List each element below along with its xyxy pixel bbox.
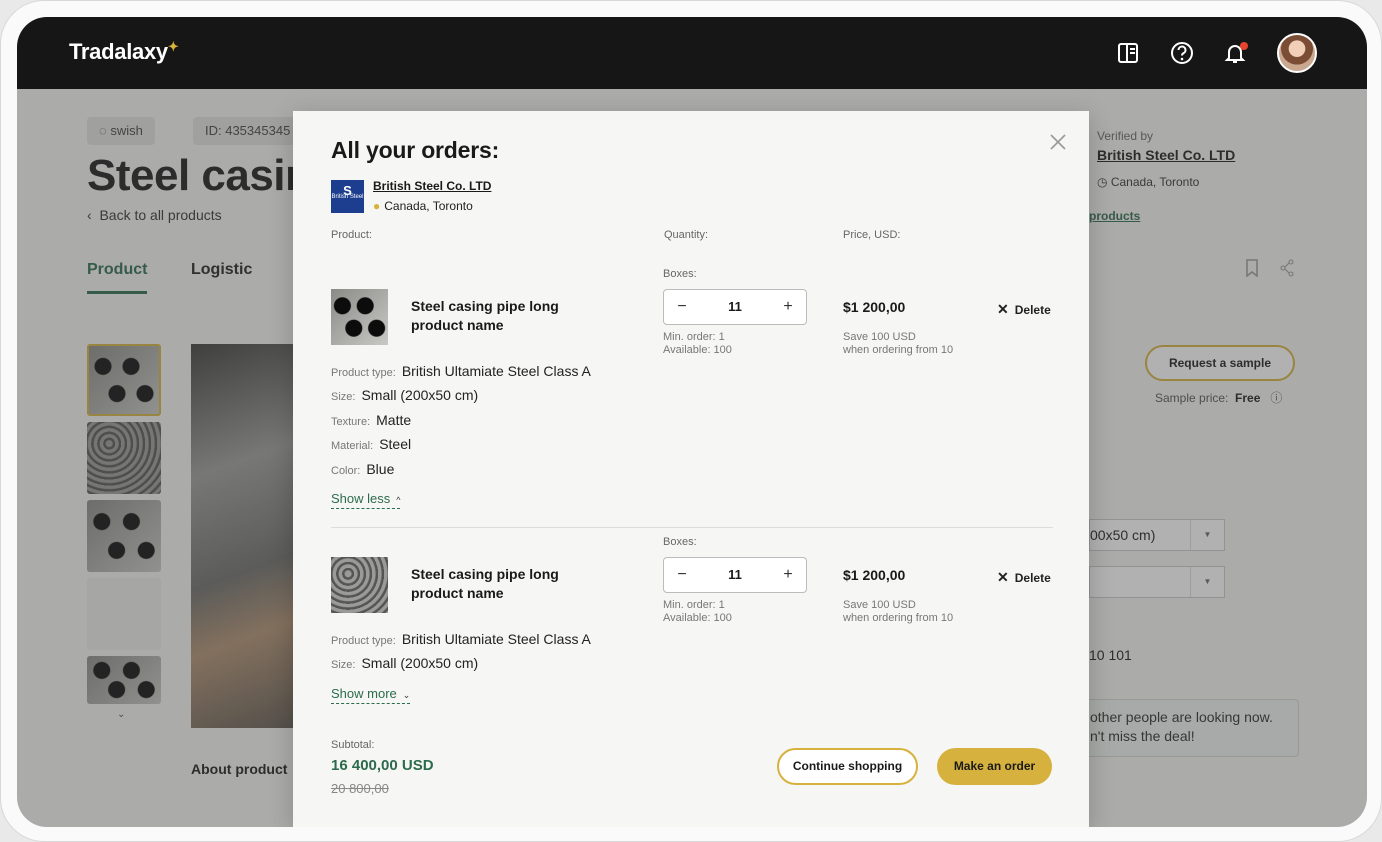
attr-key: Size: bbox=[331, 391, 356, 403]
delete-label: Delete bbox=[1014, 303, 1051, 317]
attr-value: Blue bbox=[366, 461, 395, 477]
subtotal-old-price: 20 800,00 bbox=[331, 781, 389, 796]
top-bar: Tradalaxy✦ bbox=[17, 17, 1367, 89]
order-item-2-name[interactable]: Steel casing pipe long product name bbox=[411, 565, 591, 603]
available: Available: 100 bbox=[663, 344, 732, 356]
quantity-input[interactable]: 11 bbox=[700, 558, 770, 592]
order-item-1-delete-button[interactable]: ✕ Delete bbox=[997, 301, 1051, 318]
seller-logo-text: British Steel bbox=[331, 194, 364, 200]
increment-button[interactable]: + bbox=[770, 290, 806, 324]
min-order: Min. order: 1 bbox=[663, 331, 725, 343]
avatar[interactable] bbox=[1277, 33, 1317, 73]
item-separator bbox=[331, 527, 1053, 528]
order-item-2-attr-type: Product type: British Ultamiate Steel Cla… bbox=[331, 631, 591, 647]
attr-key: Material: bbox=[331, 440, 374, 452]
save-line-1: Save 100 USD bbox=[843, 599, 916, 611]
seller-logo: S British Steel bbox=[331, 180, 364, 213]
screen: Tradalaxy✦ ◌ swish ID: 435345345 Steel c… bbox=[17, 17, 1367, 827]
order-item-1-quantity-stepper: − 11 + bbox=[663, 289, 807, 325]
help-icon[interactable] bbox=[1168, 39, 1196, 67]
column-header-product: Product: bbox=[331, 229, 372, 241]
save-line-2: when ordering from 10 bbox=[843, 612, 954, 624]
delete-label: Delete bbox=[1014, 571, 1051, 585]
save-line-1: Save 100 USD bbox=[843, 331, 916, 343]
attr-value: Steel bbox=[379, 436, 412, 452]
attr-key: Color: bbox=[331, 465, 361, 477]
column-header-price: Price, USD: bbox=[843, 229, 901, 241]
subtotal-value: 16 400,00 USD bbox=[331, 757, 434, 774]
close-icon: ✕ bbox=[997, 569, 1009, 585]
catalog-icon[interactable] bbox=[1114, 39, 1142, 67]
order-item-1-attr-color: Color: Blue bbox=[331, 461, 394, 477]
order-item-2-stock: Min. order: 1 Available: 100 bbox=[663, 599, 732, 625]
chevron-down-icon: ⌄ bbox=[402, 690, 411, 700]
attr-value: Small (200x50 cm) bbox=[361, 387, 479, 403]
order-item-1-attr-material: Material: Steel bbox=[331, 436, 411, 452]
order-item-2-attr-size: Size: Small (200x50 cm) bbox=[331, 655, 478, 671]
attr-value: Matte bbox=[376, 412, 412, 428]
attr-key: Product type: bbox=[331, 635, 396, 647]
toggle-label: Show more bbox=[331, 686, 397, 701]
min-order: Min. order: 1 bbox=[663, 599, 725, 611]
attr-value: Small (200x50 cm) bbox=[361, 655, 479, 671]
chevron-up-icon: ^ bbox=[396, 495, 401, 505]
modal-title: All your orders: bbox=[331, 137, 500, 163]
subtotal-label: Subtotal: bbox=[331, 739, 375, 751]
order-item-1-attr-texture: Texture: Matte bbox=[331, 412, 411, 428]
orders-modal: All your orders: S British Steel British … bbox=[293, 111, 1089, 827]
seller-location: ● Canada, Toronto bbox=[373, 199, 473, 213]
order-item-1-image bbox=[331, 289, 388, 345]
quantity-input[interactable]: 11 bbox=[700, 290, 770, 324]
seller-location-text: Canada, Toronto bbox=[384, 199, 473, 213]
location-pin-icon: ● bbox=[373, 199, 381, 213]
order-item-2-image bbox=[331, 557, 388, 613]
decrement-button[interactable]: − bbox=[664, 290, 700, 324]
order-item-2-price: $1 200,00 bbox=[843, 567, 906, 583]
decrement-button[interactable]: − bbox=[664, 558, 700, 592]
make-order-button[interactable]: Make an order bbox=[937, 748, 1052, 785]
increment-button[interactable]: + bbox=[770, 558, 806, 592]
order-item-2-quantity-stepper: − 11 + bbox=[663, 557, 807, 593]
continue-shopping-button[interactable]: Continue shopping bbox=[777, 748, 918, 785]
available: Available: 100 bbox=[663, 612, 732, 624]
order-item-1-name[interactable]: Steel casing pipe long product name bbox=[411, 297, 591, 335]
logo-star-icon: ✦ bbox=[167, 39, 179, 54]
order-item-1-boxes-label: Boxes: bbox=[663, 268, 697, 280]
logo-text: Tradalaxy bbox=[69, 39, 168, 64]
attr-key: Texture: bbox=[331, 416, 371, 428]
order-item-2-show-more-link[interactable]: Show more ⌄ bbox=[331, 686, 411, 704]
close-icon: ✕ bbox=[997, 301, 1009, 317]
order-item-1-price: $1 200,00 bbox=[843, 299, 906, 315]
toggle-label: Show less bbox=[331, 491, 391, 506]
order-item-1-attr-size: Size: Small (200x50 cm) bbox=[331, 387, 478, 403]
attr-key: Size: bbox=[331, 659, 356, 671]
attr-key: Product type: bbox=[331, 367, 396, 379]
device-frame: Tradalaxy✦ ◌ swish ID: 435345345 Steel c… bbox=[0, 0, 1382, 842]
order-item-1-stock: Min. order: 1 Available: 100 bbox=[663, 331, 732, 357]
column-header-quantity: Quantity: bbox=[664, 229, 709, 241]
save-line-2: when ordering from 10 bbox=[843, 344, 954, 356]
order-item-1-attr-type: Product type: British Ultamiate Steel Cla… bbox=[331, 363, 591, 379]
order-item-2-boxes-label: Boxes: bbox=[663, 536, 697, 548]
close-icon[interactable] bbox=[1049, 133, 1067, 151]
order-item-2-save: Save 100 USD when ordering from 10 bbox=[843, 599, 953, 625]
logo[interactable]: Tradalaxy✦ bbox=[69, 39, 179, 65]
seller-name-link[interactable]: British Steel Co. LTD bbox=[373, 179, 491, 193]
attr-value: British Ultamiate Steel Class A bbox=[401, 631, 591, 647]
order-item-1-show-less-link[interactable]: Show less ^ bbox=[331, 491, 401, 509]
notification-dot bbox=[1240, 42, 1248, 50]
seller-logo-mark: S bbox=[343, 183, 352, 198]
order-item-1-save: Save 100 USD when ordering from 10 bbox=[843, 331, 953, 357]
attr-value: British Ultamiate Steel Class A bbox=[401, 363, 591, 379]
order-item-2-delete-button[interactable]: ✕ Delete bbox=[997, 569, 1051, 586]
